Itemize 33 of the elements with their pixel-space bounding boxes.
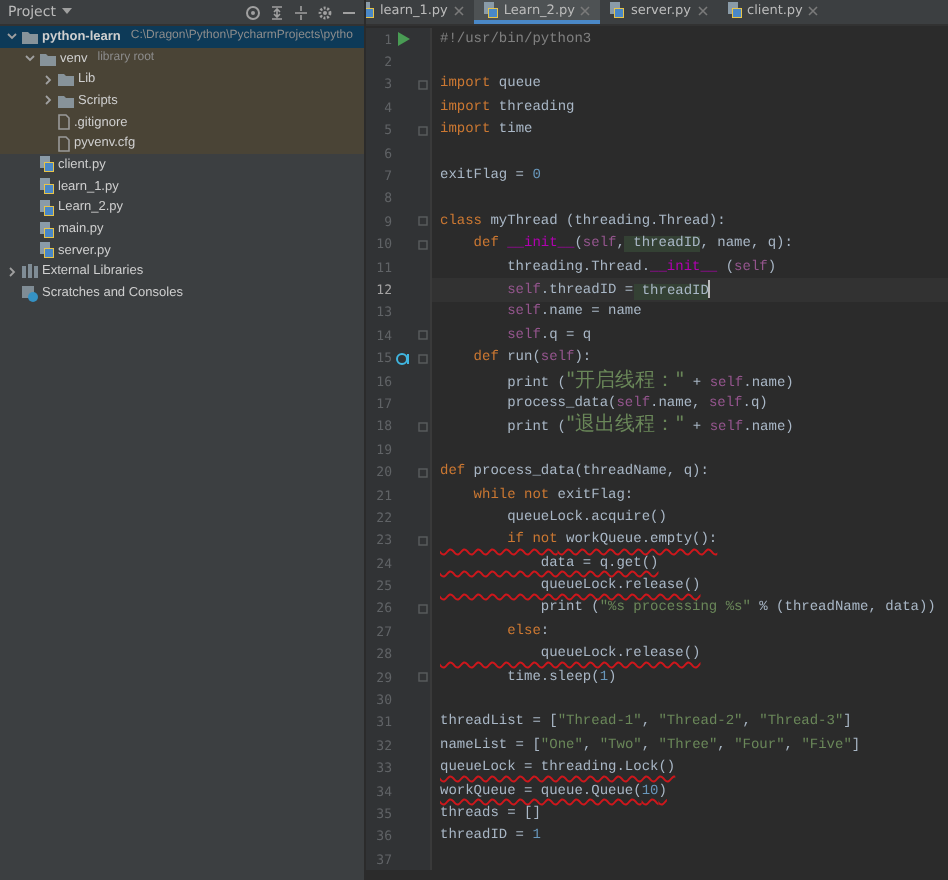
fold-icon[interactable] [418, 353, 428, 364]
fold-icon[interactable] [418, 125, 428, 136]
fold-icon[interactable] [418, 672, 428, 683]
python-file-icon [40, 199, 54, 216]
python-file-icon [40, 221, 54, 238]
library-icon [22, 264, 38, 279]
fold-icon[interactable] [418, 467, 428, 478]
fold-icon[interactable] [418, 535, 428, 546]
fold-icon[interactable] [418, 239, 428, 250]
close-icon[interactable] [808, 5, 819, 15]
fold-icon[interactable] [418, 216, 428, 227]
close-icon[interactable] [453, 5, 464, 15]
fold-icon[interactable] [418, 79, 428, 90]
python-file-icon [483, 2, 498, 18]
expand-all-icon[interactable] [294, 5, 308, 19]
target-icon[interactable] [246, 5, 260, 19]
caret-icon[interactable] [61, 8, 72, 16]
settings-icon[interactable] [318, 5, 332, 19]
python-file-icon [40, 242, 54, 259]
python-file-icon [610, 2, 625, 18]
fold-icon[interactable] [418, 603, 428, 614]
override-icon[interactable] [396, 351, 412, 366]
close-icon[interactable] [697, 5, 708, 15]
python-file-icon [727, 2, 742, 18]
chevron-right-icon[interactable] [6, 265, 18, 278]
close-icon[interactable] [580, 5, 591, 15]
python-file-icon [40, 156, 54, 173]
python-file-icon [40, 178, 54, 195]
console-icon [22, 285, 38, 302]
fold-icon[interactable] [418, 421, 428, 432]
fold-icon[interactable] [418, 330, 428, 341]
run-icon[interactable] [398, 32, 410, 47]
collapse-all-icon[interactable] [270, 5, 284, 19]
